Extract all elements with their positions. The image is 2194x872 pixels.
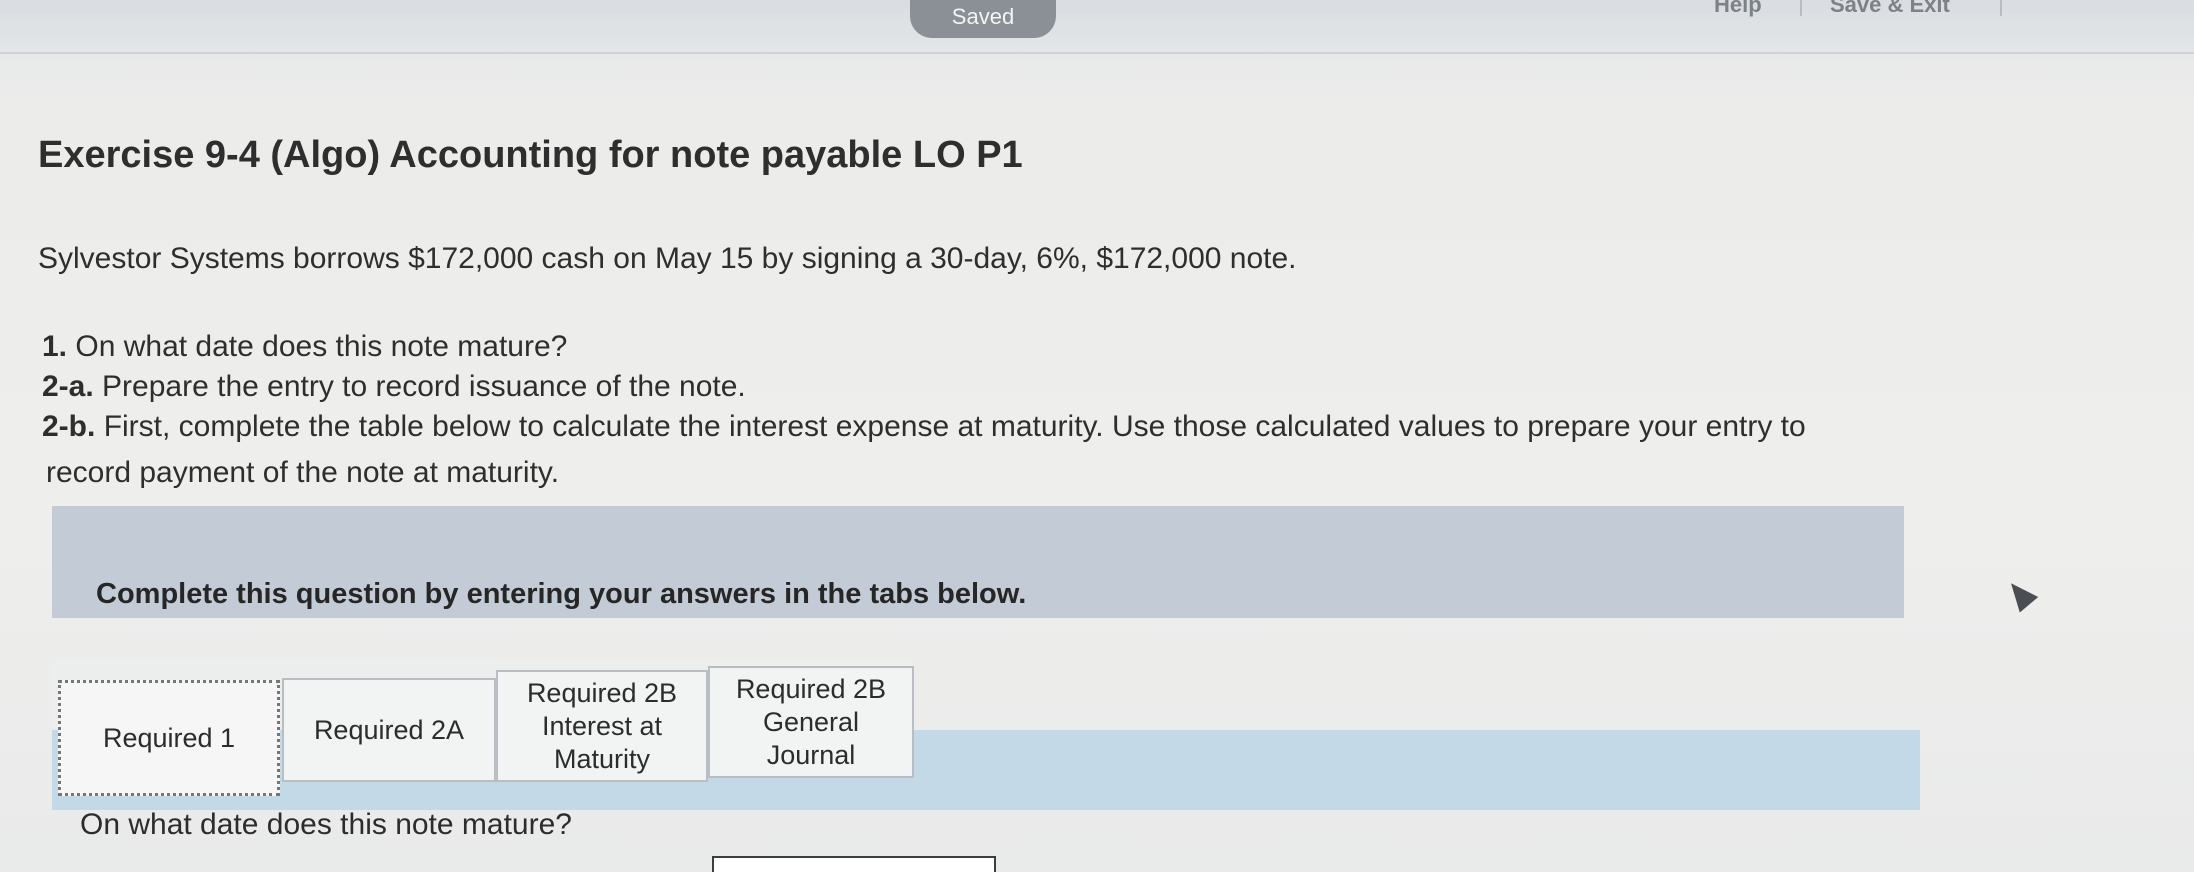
page: Saved Help Save & Exit Exercise 9-4 (Alg… — [0, 0, 2194, 872]
top-divider — [1800, 0, 1802, 16]
requirement-text: On what date does this note mature? — [75, 330, 568, 363]
tab-required-1[interactable]: Required 1 — [58, 680, 280, 796]
requirement-item: 1. On what date does this note mature? — [42, 330, 567, 364]
tab-label-line: Maturity — [553, 743, 651, 774]
tab-required-2a[interactable]: Required 2A — [282, 678, 496, 782]
requirement-item: 2-b. First, complete the table below to … — [42, 410, 1806, 444]
tab-label-line: Required 2B — [735, 673, 887, 704]
saved-status-badge: Saved — [910, 0, 1056, 38]
problem-statement: Sylvestor Systems borrows $172,000 cash … — [38, 242, 1297, 275]
requirement-number: 1. — [42, 330, 68, 363]
top-divider — [2000, 0, 2002, 16]
tab-label-line: Journal — [766, 739, 856, 770]
top-bar: Saved Help Save & Exit — [0, 0, 2194, 54]
mouse-cursor-icon — [2001, 575, 2039, 613]
requirement-number: 2-b. — [42, 410, 96, 443]
tab-label: Required 2A — [313, 714, 465, 745]
tab-label-line: Interest at — [541, 710, 663, 741]
requirement-number: 2-a. — [42, 370, 94, 403]
requirement-item: record payment of the note at maturity. — [46, 456, 559, 490]
exercise-title: Exercise 9-4 (Algo) Accounting for note … — [38, 134, 1023, 176]
requirement-text: First, complete the table below to calcu… — [103, 410, 1806, 443]
requirement-text: Prepare the entry to record issuance of … — [102, 370, 746, 403]
tab-label: Required 1 — [102, 722, 236, 753]
requirement-text: record payment of the note at maturity. — [46, 456, 560, 489]
tab-required-2b-journal[interactable]: Required 2B General Journal — [708, 666, 914, 778]
tab-label-line: General — [762, 706, 860, 737]
save-exit-link[interactable]: Save & Exit — [1830, 0, 1950, 18]
maturity-date-input[interactable] — [712, 856, 996, 872]
tab-label-line: Required 2B — [526, 677, 678, 708]
instruction-banner: Complete this question by entering your … — [52, 506, 1904, 618]
requirement-item: 2-a. Prepare the entry to record issuanc… — [42, 370, 746, 404]
help-link[interactable]: Help — [1714, 0, 1762, 18]
panel-question: On what date does this note mature? — [80, 808, 572, 841]
tab-required-2b-interest[interactable]: Required 2B Interest at Maturity — [496, 670, 708, 782]
instruction-text: Complete this question by entering your … — [96, 578, 1027, 610]
